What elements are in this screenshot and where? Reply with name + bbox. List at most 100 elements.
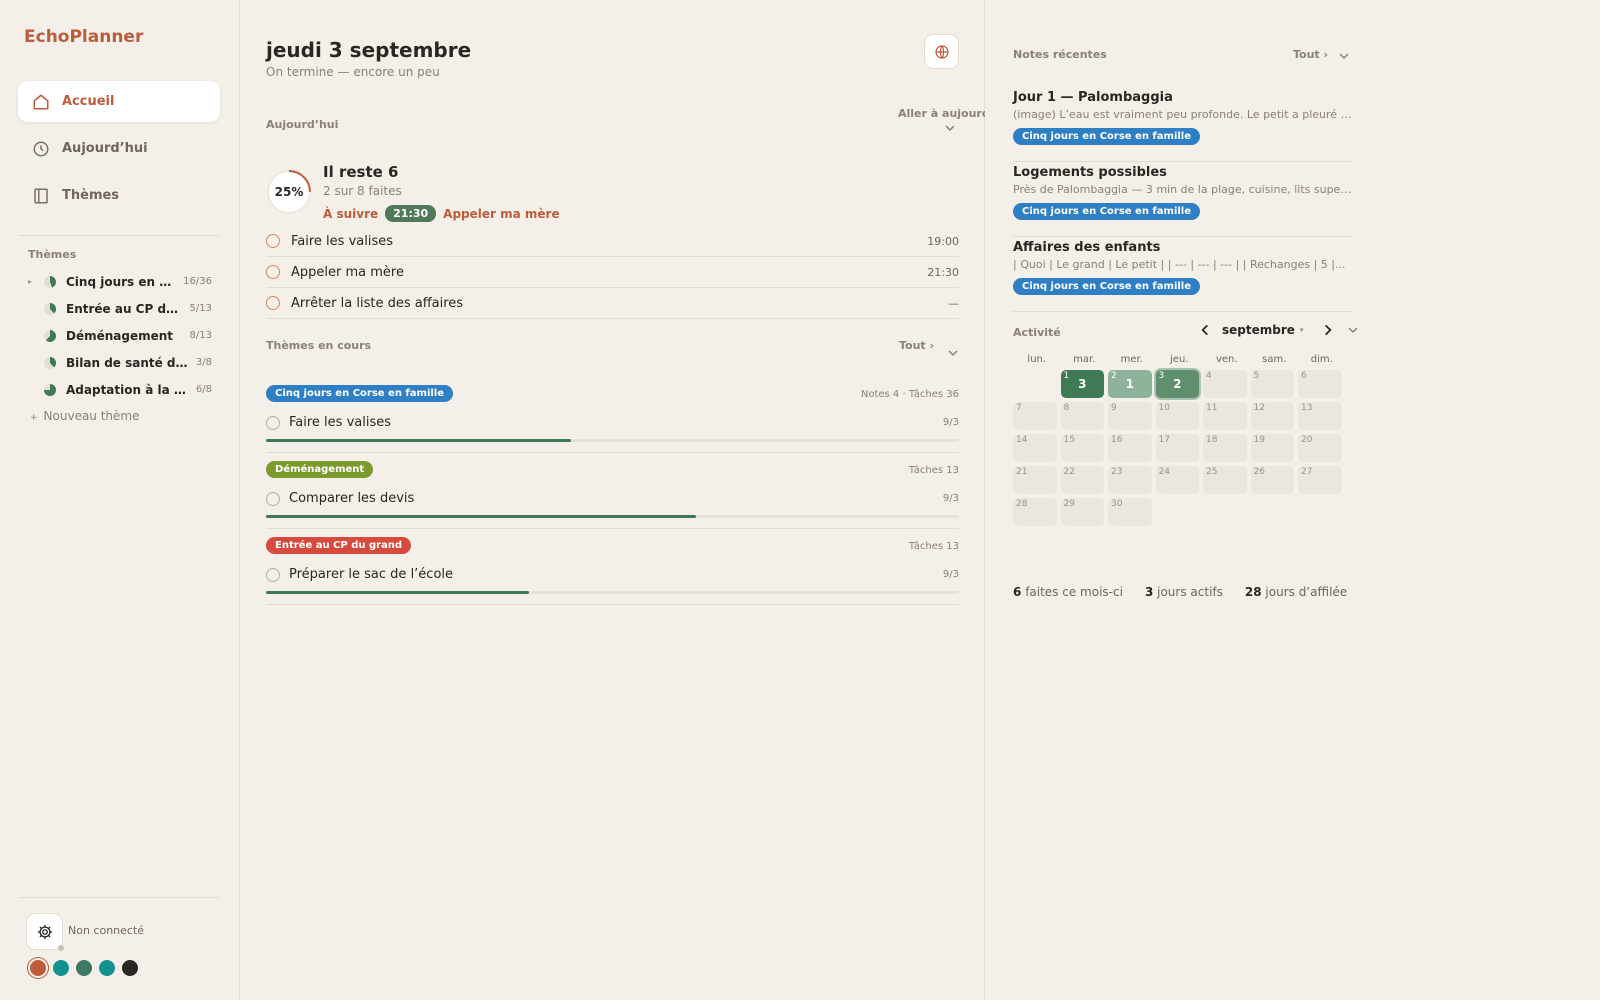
color-swatch[interactable] — [122, 960, 138, 976]
calendar-day[interactable]: 22 — [1060, 466, 1104, 494]
calendar-day[interactable]: 19 — [1250, 434, 1294, 462]
day-number: 23 — [1111, 467, 1123, 477]
project-tag[interactable]: Cinq jours en Corse en famille — [266, 385, 454, 402]
chevron-down-icon[interactable] — [944, 122, 956, 134]
task-checkbox[interactable] — [266, 567, 280, 582]
calendar-day[interactable]: 28 — [1013, 498, 1057, 526]
nav-item-accueil[interactable]: Accueil — [18, 81, 220, 122]
calendar-day[interactable]: 21 — [1013, 466, 1057, 494]
note-card[interactable]: Jour 1 — Palombaggia (image) L’eau est v… — [1013, 87, 1353, 162]
color-swatch[interactable] — [76, 960, 92, 976]
calendar-day[interactable]: 30 — [1108, 498, 1152, 526]
calendar-day[interactable]: 27 — [1298, 466, 1342, 494]
project-card[interactable]: Entrée au CP du grand Tâches 13 Préparer… — [266, 529, 959, 605]
progress-pie-icon — [44, 275, 56, 288]
calendar-day[interactable]: 21 — [1108, 370, 1152, 398]
theme-item[interactable]: Bilan de santé de la famille 3/8 — [28, 349, 212, 376]
task-checkbox[interactable] — [266, 415, 280, 430]
month-label[interactable]: septembre — [1222, 323, 1295, 337]
task-row[interactable]: Arrêter la liste des affaires — — [266, 288, 959, 319]
project-tag[interactable]: Déménagement — [266, 461, 374, 478]
calendar-day[interactable]: 8 — [1060, 402, 1104, 430]
calendar-day[interactable]: 13 — [1060, 370, 1104, 398]
theme-item[interactable]: Déménagement 8/13 — [28, 322, 212, 349]
caret-down-icon[interactable]: ▾ — [1300, 326, 1304, 334]
calendar-day[interactable]: 6 — [1298, 370, 1342, 398]
stat-value: 28 — [1244, 585, 1262, 599]
calendar-day[interactable]: 13 — [1298, 402, 1342, 430]
theme-item[interactable]: Entrée au CP du grand 5/13 — [28, 295, 212, 322]
chevron-left-icon[interactable] — [1198, 323, 1212, 337]
color-swatch[interactable] — [30, 960, 46, 976]
calendar-day[interactable]: 23 — [1108, 466, 1152, 494]
notes-all-link[interactable]: Tout › — [1293, 48, 1328, 61]
nav-item-aujourdhui[interactable]: Aujourd’hui — [18, 128, 220, 169]
new-theme-button[interactable]: + Nouveau thème — [30, 409, 140, 423]
task-row[interactable]: Faire les valises 19:00 — [266, 226, 959, 257]
chevron-right-icon[interactable] — [1321, 323, 1335, 337]
day-number: 19 — [1253, 435, 1265, 445]
calendar-day[interactable]: 4 — [1203, 370, 1247, 398]
day-number: 22 — [1063, 467, 1075, 477]
chevron-down-icon[interactable] — [1347, 324, 1359, 336]
calendar-day[interactable]: 26 — [1250, 466, 1294, 494]
nav-label: Accueil — [62, 94, 115, 109]
next-task[interactable]: À suivre 21:30 Appeler ma mère — [323, 205, 560, 222]
notes-list: Jour 1 — Palombaggia (image) L’eau est v… — [1013, 87, 1353, 312]
goto-today-button[interactable]: Aller à aujourd’hui — [898, 107, 985, 120]
activity-count: 2 — [1173, 377, 1182, 391]
task-row[interactable]: Appeler ma mère 21:30 — [266, 257, 959, 288]
calendar-day[interactable]: 29 — [1060, 498, 1104, 526]
chevron-down-icon[interactable] — [1338, 50, 1350, 62]
next-label: À suivre — [323, 206, 379, 221]
calendar-day[interactable]: 15 — [1060, 434, 1104, 462]
note-tag[interactable]: Cinq jours en Corse en famille — [1013, 203, 1201, 220]
theme-count: 3/8 — [195, 357, 212, 368]
task-checkbox[interactable] — [266, 234, 280, 248]
chevron-down-icon[interactable] — [947, 347, 959, 359]
color-swatch[interactable] — [99, 960, 115, 976]
task-checkbox[interactable] — [266, 296, 280, 310]
projects-all-link[interactable]: Tout › — [899, 339, 934, 352]
project-tag[interactable]: Entrée au CP du grand — [266, 537, 412, 554]
nav-item-themes[interactable]: Thèmes — [18, 175, 220, 216]
task-text: Appeler ma mère — [291, 264, 404, 280]
calendar-day[interactable]: 18 — [1203, 434, 1247, 462]
theme-item[interactable]: ▸ Cinq jours en Corse en famille 16/36 — [28, 268, 212, 295]
project-card[interactable]: Cinq jours en Corse en famille Notes 4 ·… — [266, 377, 959, 453]
stat-label: faites ce mois-ci — [1025, 585, 1123, 599]
settings-button[interactable] — [26, 913, 64, 951]
calendar-day[interactable]: 32 — [1155, 370, 1199, 398]
project-task[interactable]: Faire les valises — [266, 415, 391, 430]
project-task[interactable]: Comparer les devis — [266, 491, 414, 506]
calendar-day[interactable]: 16 — [1108, 434, 1152, 462]
language-button[interactable] — [924, 34, 959, 69]
note-card[interactable]: Logements possibles Près de Palombaggia … — [1013, 162, 1353, 237]
stat: 3 jours actifs — [1145, 585, 1223, 599]
project-card[interactable]: Déménagement Tâches 13 Comparer les devi… — [266, 453, 959, 529]
note-tag[interactable]: Cinq jours en Corse en famille — [1013, 128, 1201, 145]
calendar-day[interactable]: 17 — [1155, 434, 1199, 462]
calendar-day[interactable]: 9 — [1108, 402, 1152, 430]
weekday-label: dim. — [1310, 354, 1333, 365]
day-number: 14 — [1016, 435, 1028, 445]
notes-section-title: Notes récentes — [1013, 48, 1107, 61]
calendar-day[interactable]: 10 — [1155, 402, 1199, 430]
calendar-day[interactable]: 12 — [1250, 402, 1294, 430]
calendar-day[interactable]: 20 — [1298, 434, 1342, 462]
project-task[interactable]: Préparer le sac de l’école — [266, 567, 453, 582]
note-tag[interactable]: Cinq jours en Corse en famille — [1013, 278, 1201, 295]
task-checkbox[interactable] — [266, 265, 280, 279]
calendar-day[interactable]: 24 — [1155, 466, 1199, 494]
color-swatch[interactable] — [53, 960, 69, 976]
calendar-day[interactable]: 11 — [1203, 402, 1247, 430]
day-number: 15 — [1063, 435, 1075, 445]
task-checkbox[interactable] — [266, 491, 280, 506]
calendar-day[interactable]: 7 — [1013, 402, 1057, 430]
calendar-day[interactable]: 25 — [1203, 466, 1247, 494]
expand-caret-icon[interactable]: ▸ — [28, 277, 44, 286]
calendar-day[interactable]: 14 — [1013, 434, 1057, 462]
theme-item[interactable]: Adaptation à la maternelle 6/8 — [28, 376, 212, 403]
note-card[interactable]: Affaires des enfants | Quoi | Le grand |… — [1013, 237, 1353, 312]
calendar-day[interactable]: 5 — [1250, 370, 1294, 398]
